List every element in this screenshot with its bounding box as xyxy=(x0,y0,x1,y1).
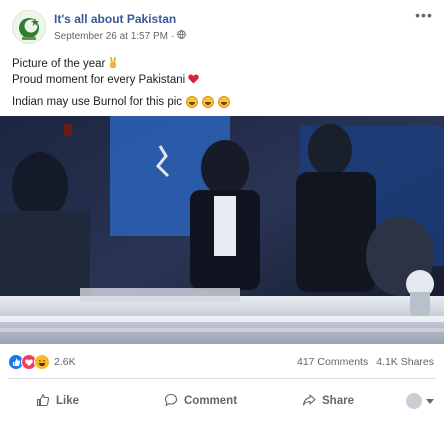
globe-icon xyxy=(177,30,187,42)
like-label: Like xyxy=(56,395,80,407)
thumbs-up-icon xyxy=(36,393,50,410)
share-button[interactable]: Share xyxy=(302,384,354,418)
page-name-link[interactable]: It's all about Pakistan xyxy=(54,12,176,26)
chevron-down-icon xyxy=(426,398,434,404)
reaction-count[interactable]: 2.6K xyxy=(54,356,76,368)
share-label: Share xyxy=(322,395,354,407)
laughing-emoji xyxy=(218,96,231,108)
laughing-emoji xyxy=(186,96,199,108)
caption-text-2: Proud moment for every Pakistani xyxy=(12,74,186,86)
comment-icon xyxy=(164,393,178,410)
user-avatar-icon xyxy=(406,393,422,409)
post-meta: September 26 at 1:57 PM · xyxy=(54,30,187,42)
caption-line: Proud moment for every Pakistani xyxy=(12,72,432,88)
haha-reaction-icon xyxy=(34,354,50,370)
victory-hand-emoji xyxy=(108,56,118,72)
engagement-counts: 417 Comments 4.1K Shares xyxy=(297,356,434,368)
post-actions: Like Comment Share xyxy=(8,384,436,418)
post-header: It's all about Pakistan September 26 at … xyxy=(8,6,438,46)
comment-label: Comment xyxy=(184,395,238,407)
divider xyxy=(8,378,436,379)
post-photo[interactable] xyxy=(0,116,444,344)
caption-line: Indian may use Burnol for this pic xyxy=(12,94,432,110)
shares-count[interactable]: 4.1K Shares xyxy=(376,356,434,368)
page-avatar-icon[interactable] xyxy=(12,10,46,44)
like-button[interactable]: Like xyxy=(36,384,79,418)
comment-button[interactable]: Comment xyxy=(164,384,237,418)
feed-post: It's all about Pakistan September 26 at … xyxy=(0,0,444,448)
meta-separator: · xyxy=(170,30,175,42)
caption-line: Picture of the year xyxy=(12,56,432,72)
laughing-emoji xyxy=(202,96,215,108)
red-heart-emoji xyxy=(188,74,199,87)
post-caption: Picture of the year Proud moment for eve… xyxy=(12,56,432,110)
caption-text-3: Indian may use Burnol for this pic xyxy=(12,96,183,108)
reaction-icons[interactable] xyxy=(8,354,50,370)
post-as-selector[interactable] xyxy=(406,393,434,409)
reactions-bar: 2.6K 417 Comments 4.1K Shares xyxy=(8,354,436,372)
more-options-icon[interactable]: ••• xyxy=(414,8,434,24)
share-icon xyxy=(302,393,316,410)
post-timestamp[interactable]: September 26 at 1:57 PM xyxy=(54,31,168,42)
comments-count[interactable]: 417 Comments xyxy=(297,356,368,368)
caption-text-1: Picture of the year xyxy=(12,58,106,70)
